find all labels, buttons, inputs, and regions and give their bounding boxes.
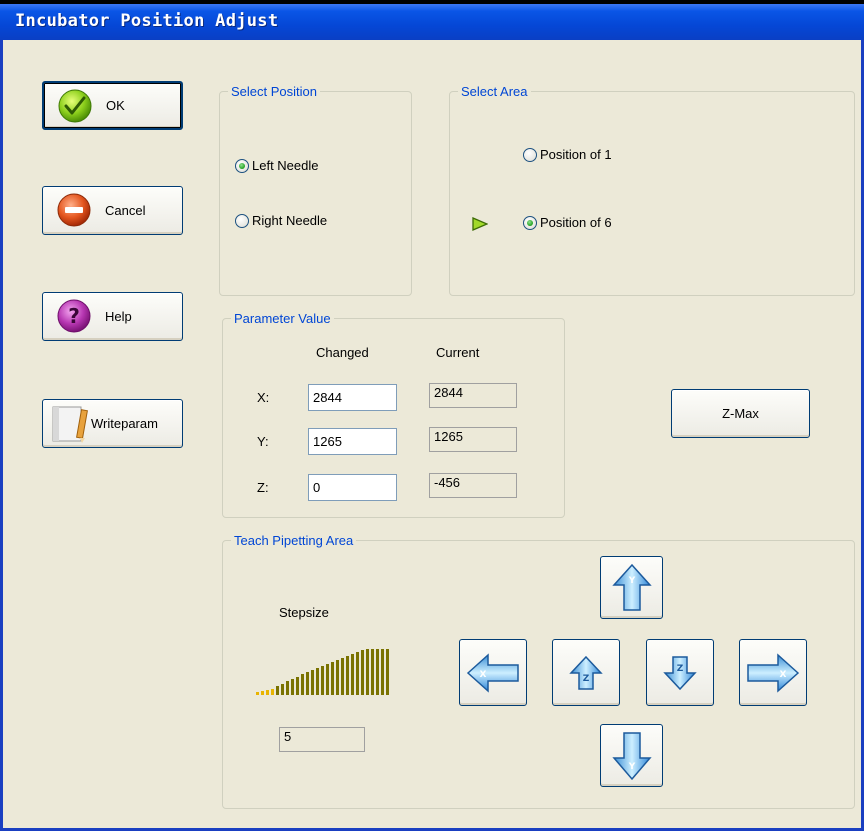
select-position-group: Select Position (219, 84, 412, 296)
position-6-label: Position of 6 (540, 215, 612, 230)
y-down-arrow-icon: Y (611, 731, 652, 780)
x-changed-input[interactable] (308, 384, 397, 411)
window-title: Incubator Position Adjust (15, 11, 279, 31)
z-current-value: -456 (429, 473, 517, 498)
left-needle-radio[interactable]: Left Needle (235, 158, 319, 173)
checkmark-icon (57, 88, 93, 124)
position-1-radio[interactable]: Position of 1 (523, 147, 612, 162)
cancel-icon (56, 192, 92, 228)
dialog-window: Incubator Position Adjust OK Cancel ? He… (0, 0, 864, 831)
parameter-value-legend: Parameter Value (234, 311, 331, 326)
x-current-value: 2844 (429, 383, 517, 408)
ok-button-label: OK (106, 98, 125, 113)
teach-pipetting-legend: Teach Pipetting Area (234, 533, 354, 548)
select-area-group: Select Area (449, 84, 855, 296)
changed-column-header: Changed (316, 345, 369, 360)
move-y-up-button[interactable]: Y (600, 556, 663, 619)
svg-text:Z: Z (583, 674, 590, 684)
z-axis-label: Z: (257, 480, 269, 495)
svg-text:?: ? (68, 304, 80, 328)
stepsize-bar-slider[interactable] (255, 648, 395, 696)
position-6-radio[interactable]: Position of 6 (523, 215, 612, 230)
svg-text:X: X (480, 670, 487, 680)
cancel-button-label: Cancel (105, 203, 146, 218)
left-needle-label: Left Needle (252, 158, 319, 173)
help-icon: ? (56, 298, 92, 334)
position-6-radio-dot[interactable] (523, 215, 537, 230)
help-button[interactable]: ? Help (42, 292, 183, 341)
stepsize-value: 5 (279, 727, 365, 752)
z-max-button[interactable]: Z-Max (671, 389, 810, 438)
y-changed-input[interactable] (308, 428, 397, 455)
x-axis-label: X: (257, 390, 270, 405)
svg-text:X: X (780, 670, 787, 680)
y-up-arrow-icon: Y (611, 563, 652, 611)
z-down-arrow-icon: Z (663, 655, 697, 690)
y-current-value: 1265 (429, 427, 517, 452)
x-right-arrow-icon: X (747, 652, 800, 693)
notepad-pencil-icon (49, 404, 88, 443)
move-x-right-button[interactable]: X (739, 639, 807, 706)
help-button-label: Help (105, 309, 132, 324)
stepsize-label: Stepsize (279, 605, 329, 620)
move-y-down-button[interactable]: Y (600, 724, 663, 787)
right-needle-label: Right Needle (252, 213, 328, 228)
move-x-left-button[interactable]: X (459, 639, 527, 706)
cancel-button[interactable]: Cancel (42, 186, 183, 235)
x-left-arrow-icon: X (466, 652, 519, 693)
svg-text:Y: Y (627, 576, 635, 586)
svg-text:Y: Y (627, 762, 635, 772)
writeparam-button[interactable]: Writeparam (42, 399, 183, 448)
current-position-marker-icon (472, 217, 489, 234)
current-column-header: Current (436, 345, 480, 360)
y-axis-label: Y: (257, 434, 269, 449)
z-max-button-label: Z-Max (722, 406, 759, 421)
ok-button[interactable]: OK (42, 81, 183, 130)
select-area-legend: Select Area (461, 84, 528, 99)
svg-text:Z: Z (677, 664, 684, 674)
writeparam-button-label: Writeparam (91, 416, 158, 431)
move-z-down-button[interactable]: Z (646, 639, 714, 706)
position-1-radio-dot[interactable] (523, 147, 537, 162)
z-changed-input[interactable] (308, 474, 397, 501)
title-bar[interactable]: Incubator Position Adjust (0, 0, 864, 40)
z-up-arrow-icon: Z (569, 655, 603, 690)
position-1-label: Position of 1 (540, 147, 612, 162)
right-needle-radio[interactable]: Right Needle (235, 213, 327, 228)
move-z-up-button[interactable]: Z (552, 639, 620, 706)
right-needle-radio-dot[interactable] (235, 213, 249, 228)
select-position-legend: Select Position (231, 84, 317, 99)
left-needle-radio-dot[interactable] (235, 158, 249, 173)
